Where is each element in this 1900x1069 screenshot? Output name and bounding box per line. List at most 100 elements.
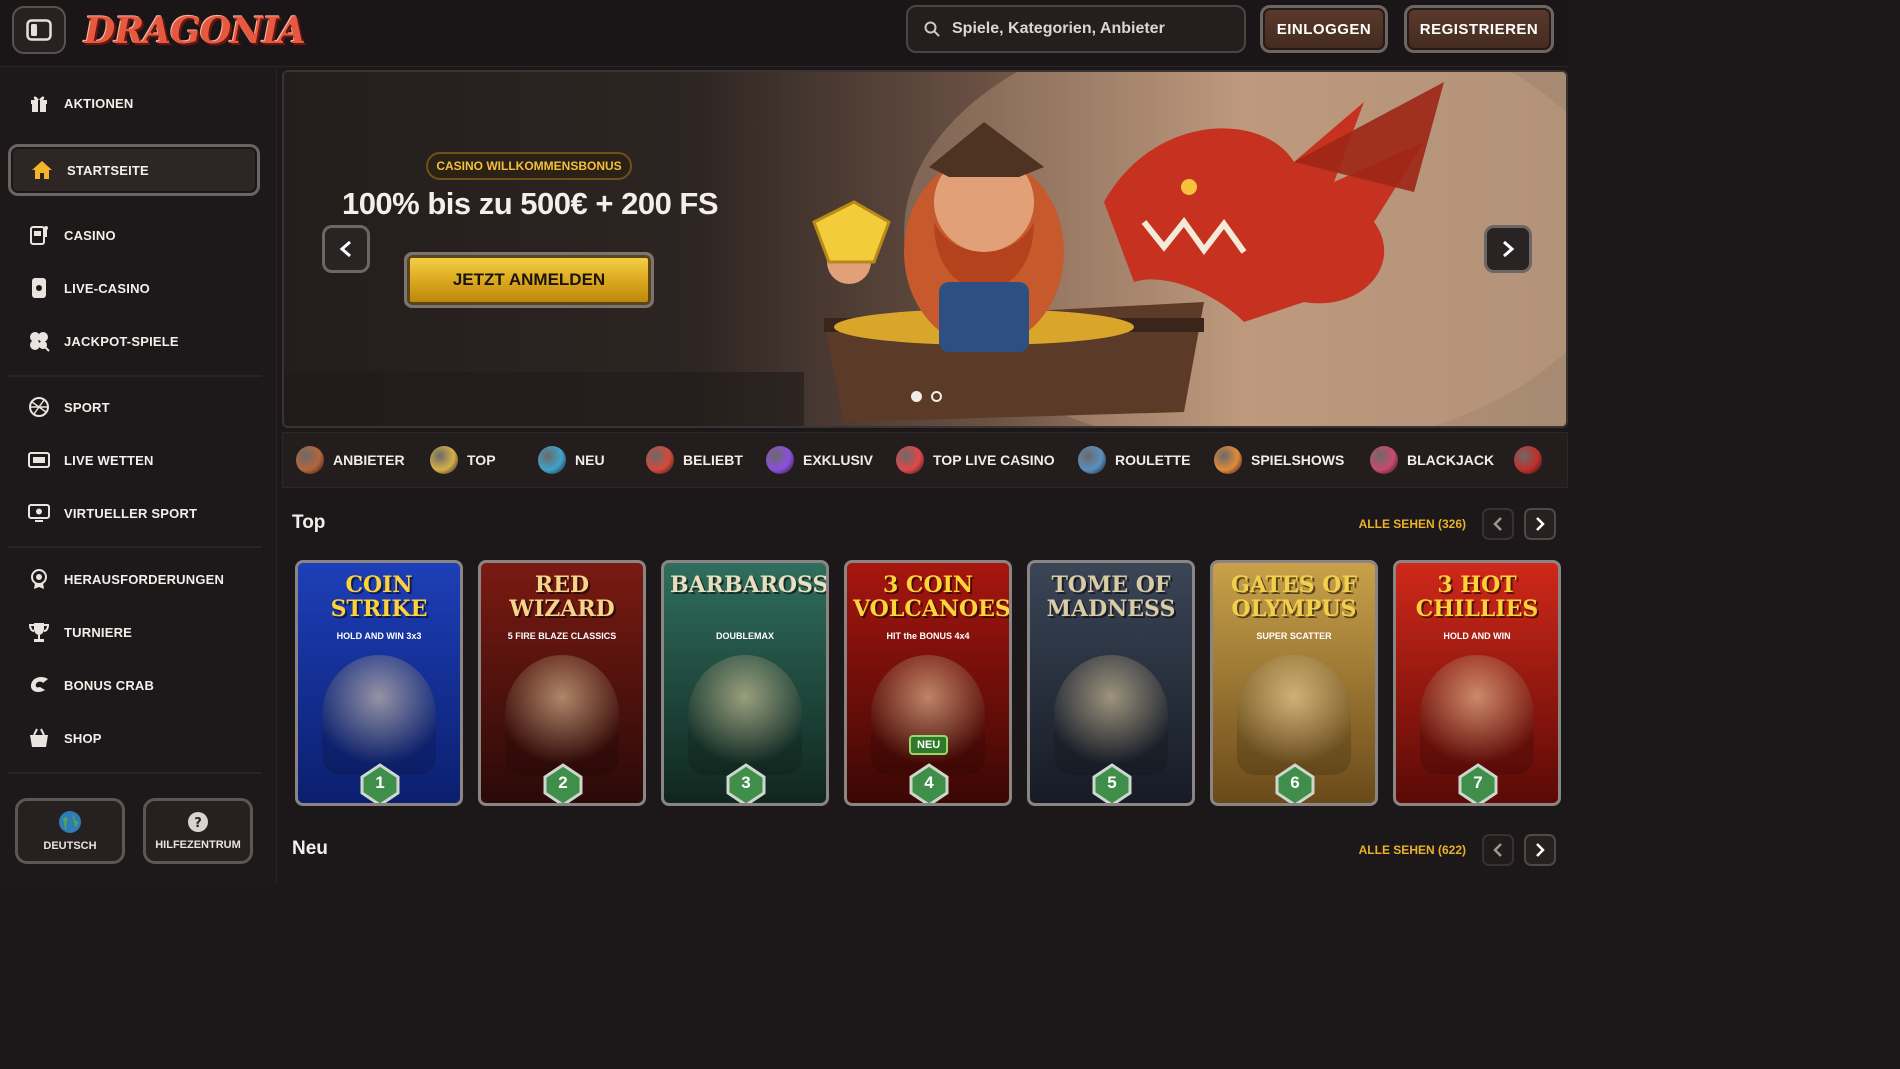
- see-all-new-link[interactable]: ALLE SEHEN (622): [1326, 843, 1466, 857]
- sidebar-item-live-wetten[interactable]: LIVE WETTEN: [8, 435, 260, 485]
- sidebar-item-bonus-crab[interactable]: BONUS CRAB: [8, 660, 260, 710]
- game-subtitle: SUPER SCATTER: [1256, 631, 1332, 641]
- brand-logo[interactable]: DRAGONIA: [84, 6, 306, 56]
- category-top[interactable]: TOP: [430, 432, 496, 488]
- game-card[interactable]: 3 HOT CHILLIES HOLD AND WIN 7: [1393, 560, 1561, 806]
- game-title: RED WIZARD: [509, 572, 615, 622]
- sidebar-item-turniere[interactable]: TURNIERE: [8, 607, 260, 657]
- game-artwork: [505, 655, 619, 775]
- section-title-top: Top: [292, 512, 326, 533]
- promo-banner[interactable]: [282, 70, 1568, 428]
- banner-next-button[interactable]: [1484, 225, 1532, 273]
- game-subtitle: HIT the BONUS 4x4: [886, 631, 970, 641]
- login-button[interactable]: EINLOGGEN: [1260, 5, 1388, 53]
- rank-number: 3: [741, 773, 751, 792]
- new-next-button[interactable]: [1524, 834, 1556, 866]
- help-icon: ?: [188, 812, 208, 832]
- category-label: TOP LIVE CASINO: [933, 452, 1055, 468]
- game-artwork: [1237, 655, 1351, 775]
- category-icon: [430, 446, 458, 474]
- top-next-button[interactable]: [1524, 508, 1556, 540]
- monitor-icon: [28, 502, 50, 524]
- category-label: ROULETTE: [1115, 452, 1191, 468]
- sidebar-item-aktionen[interactable]: AKTIONEN: [8, 78, 260, 128]
- game-artwork: [1420, 655, 1534, 775]
- globe-icon: [59, 811, 81, 833]
- game-artwork: [871, 655, 985, 775]
- register-button[interactable]: REGISTRIEREN: [1404, 5, 1554, 53]
- rank-number: 5: [1107, 773, 1117, 792]
- language-button[interactable]: DEUTSCH: [15, 798, 125, 864]
- sidebar-item-shop[interactable]: SHOP: [8, 713, 260, 763]
- banner-dot-2[interactable]: [931, 391, 942, 402]
- category-label: BELIEBT: [683, 452, 743, 468]
- category-overflow-icon[interactable]: [1514, 432, 1551, 488]
- category-anbieter[interactable]: ANBIETER: [296, 432, 405, 488]
- category-spielshows[interactable]: SPIELSHOWS: [1214, 432, 1344, 488]
- sidebar-item-label: VIRTUELLER SPORT: [64, 505, 198, 521]
- category-top-live-casino[interactable]: TOP LIVE CASINO: [896, 432, 1055, 488]
- category-icon: [1370, 446, 1398, 474]
- home-icon: [31, 159, 53, 181]
- chevron-left-icon: [339, 240, 351, 258]
- game-artwork: [1054, 655, 1168, 775]
- sidebar-item-label: SHOP: [64, 730, 102, 746]
- sidebar-toggle-button[interactable]: [12, 6, 66, 54]
- basket-icon: [28, 727, 50, 749]
- sidebar-item-label: BONUS CRAB: [64, 677, 155, 693]
- category-label: NEU: [575, 452, 605, 468]
- sidebar-item-label: SPORT: [64, 399, 110, 415]
- sidebar-toggle-icon: [26, 19, 52, 41]
- game-card[interactable]: COIN STRIKE HOLD AND WIN 3x3 1: [295, 560, 463, 806]
- game-title: COIN STRIKE: [330, 572, 428, 622]
- signup-cta-button[interactable]: JETZT ANMELDEN: [404, 252, 654, 308]
- slot-machine-icon: [28, 224, 50, 246]
- top-prev-button[interactable]: [1482, 508, 1514, 540]
- game-subtitle: HOLD AND WIN 3x3: [336, 631, 422, 641]
- rank-number: 2: [558, 773, 568, 792]
- game-card[interactable]: GATES OF OLYMPUS SUPER SCATTER 6: [1210, 560, 1378, 806]
- sidebar-item-startseite[interactable]: STARTSEITE: [8, 144, 260, 196]
- category-icon: [1214, 446, 1242, 474]
- sidebar-item-casino[interactable]: CASINO: [8, 210, 260, 260]
- banner-prev-button[interactable]: [322, 225, 370, 273]
- sidebar-item-sport[interactable]: SPORT: [8, 382, 260, 432]
- game-card[interactable]: 3 COIN VOLCANOES HIT the BONUS 4x4 NEU 4: [844, 560, 1012, 806]
- game-title: TOME OF MADNESS: [1046, 572, 1176, 622]
- category-roulette[interactable]: ROULETTE: [1078, 432, 1190, 488]
- rank-badge: 1: [358, 763, 402, 803]
- category-label: EXKLUSIV: [803, 452, 874, 468]
- category-beliebt[interactable]: BELIEBT: [646, 432, 743, 488]
- top-bar: DRAGONIA EINLOGGEN REGISTRIEREN: [0, 0, 1568, 67]
- game-card[interactable]: BARBAROSSA DOUBLEMAX 3: [661, 560, 829, 806]
- rank-badge: 7: [1456, 763, 1500, 803]
- game-card[interactable]: TOME OF MADNESS 5: [1027, 560, 1195, 806]
- category-blackjack[interactable]: BLACKJACK: [1370, 432, 1494, 488]
- category-neu[interactable]: NEU: [538, 432, 605, 488]
- chevron-right-icon: [1503, 240, 1515, 258]
- sidebar-item-virtueller-sport[interactable]: VIRTUELLER SPORT: [8, 488, 260, 538]
- category-icon: [646, 446, 674, 474]
- sidebar-divider: [8, 772, 262, 774]
- rank-badge: 3: [724, 763, 768, 803]
- help-center-button[interactable]: ? HILFEZENTRUM: [143, 798, 253, 864]
- game-subtitle: DOUBLEMAX: [716, 631, 774, 641]
- new-badge: NEU: [909, 735, 949, 755]
- see-all-top-link[interactable]: ALLE SEHEN (326): [1326, 517, 1466, 531]
- sidebar-item-label: AKTIONEN: [64, 95, 134, 111]
- trophy-icon: [28, 621, 50, 643]
- category-icon: [296, 446, 324, 474]
- chevron-right-icon: [1536, 843, 1545, 857]
- rank-number: 4: [924, 773, 934, 792]
- category-exklusiv[interactable]: EXKLUSIV: [766, 432, 873, 488]
- sidebar-item-live-casino[interactable]: LIVE-CASINO: [8, 263, 260, 313]
- claw-icon: [28, 674, 50, 696]
- gift-icon: [28, 92, 50, 114]
- search-input[interactable]: [950, 19, 1234, 39]
- sidebar-item-jackpot-spiele[interactable]: JACKPOT-SPIELE: [8, 316, 260, 366]
- search-box[interactable]: [906, 5, 1246, 53]
- banner-dot-1[interactable]: [911, 391, 922, 402]
- game-card[interactable]: RED WIZARD 5 FIRE BLAZE CLASSICS 2: [478, 560, 646, 806]
- new-prev-button[interactable]: [1482, 834, 1514, 866]
- sidebar-item-herausforderungen[interactable]: HERAUSFORDERUNGEN: [8, 554, 260, 604]
